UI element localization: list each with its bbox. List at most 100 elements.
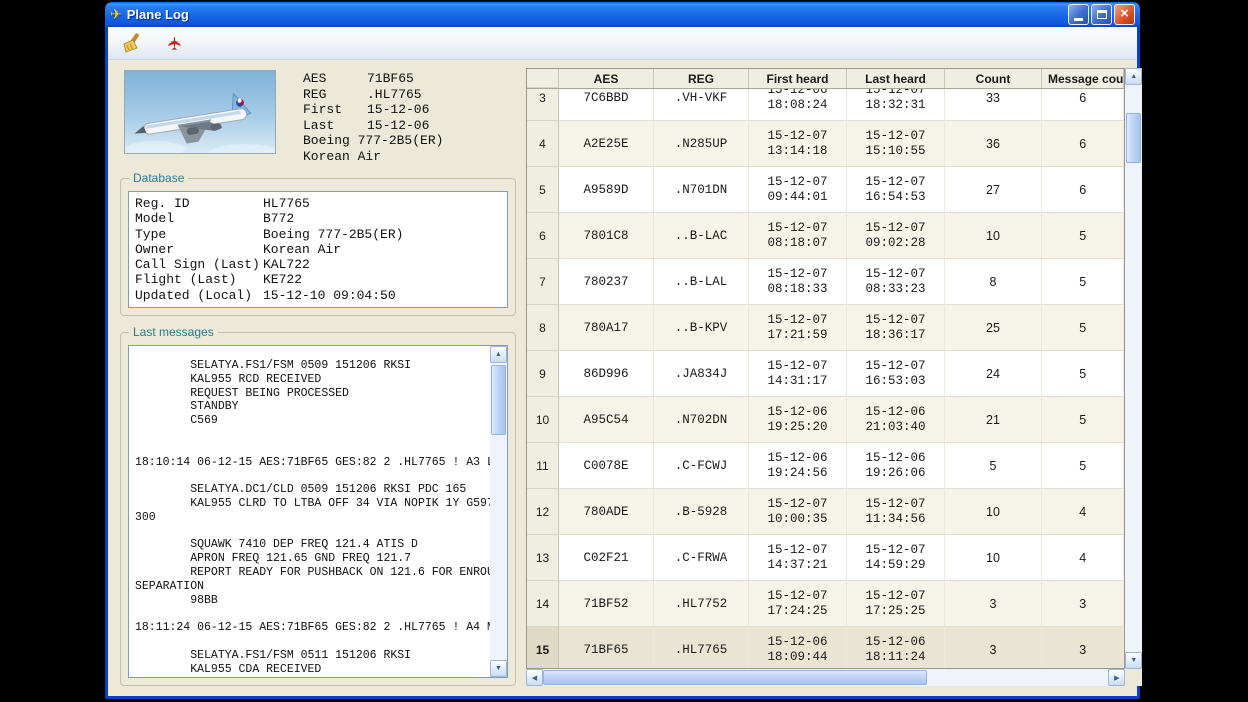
- close-icon: ×: [1120, 5, 1129, 22]
- messages-text[interactable]: SELATYA.FS1/FSM 0509 151206 RKSI KAL955 …: [129, 346, 490, 677]
- table-row[interactable]: 1571BF65.HL776515-12-06 18:09:4415-12-06…: [527, 627, 1124, 668]
- scroll-up-icon[interactable]: ▲: [1125, 68, 1142, 85]
- cell-last-heard: 15-12-07 08:33:23: [847, 259, 945, 305]
- aircraft-table: AES REG First heard Last heard Count Mes…: [526, 68, 1125, 669]
- summary-value: 71BF65: [367, 71, 414, 87]
- cell-reg: .C-FRWA: [654, 535, 749, 581]
- table-row[interactable]: 67801C8..B-LAC15-12-07 08:18:0715-12-07 …: [527, 213, 1124, 259]
- database-row: OwnerKorean Air: [135, 242, 501, 257]
- minimize-button[interactable]: [1068, 4, 1089, 25]
- scroll-down-icon[interactable]: ▼: [1125, 652, 1142, 669]
- messages-scroll-thumb[interactable]: [491, 365, 506, 435]
- cell-count: 10: [945, 213, 1042, 259]
- cell-first-heard: 15-12-07 17:21:59: [749, 305, 847, 351]
- header-aes[interactable]: AES: [559, 69, 654, 88]
- summary-line: AES71BF65: [303, 71, 443, 87]
- database-label: Type: [135, 227, 263, 242]
- database-value: KAL722: [263, 257, 310, 272]
- header-row-number[interactable]: [527, 69, 559, 88]
- red-airplane-icon: ✈: [166, 35, 187, 50]
- table-row[interactable]: 37C6BBD.VH-VKF15-12-06 18:08:2415-12-07 …: [527, 89, 1124, 121]
- clear-log-button[interactable]: [118, 30, 146, 56]
- maximize-button[interactable]: [1091, 4, 1112, 25]
- cell-reg: ..B-LAC: [654, 213, 749, 259]
- database-row: Reg. IDHL7765: [135, 196, 501, 211]
- cell-aes: 71BF52: [559, 581, 654, 627]
- scrollbar-corner: [1125, 669, 1142, 686]
- table-row[interactable]: 4A2E25E.N285UP15-12-07 13:14:1815-12-07 …: [527, 121, 1124, 167]
- cell-reg: .N701DN: [654, 167, 749, 213]
- titlebar[interactable]: ✈ Plane Log ×: [105, 2, 1140, 27]
- cell-reg: .VH-VKF: [654, 89, 749, 121]
- close-button[interactable]: ×: [1114, 4, 1135, 25]
- database-value: B772: [263, 211, 294, 226]
- hscroll-row: ◀ ▶: [526, 669, 1142, 686]
- cell-first-heard: 15-12-07 13:14:18: [749, 121, 847, 167]
- summary-line: Last15-12-06: [303, 118, 443, 134]
- table-header[interactable]: AES REG First heard Last heard Count Mes…: [527, 69, 1124, 89]
- table-vscroll-track[interactable]: [1125, 85, 1142, 652]
- cell-first-heard: 15-12-07 09:44:01: [749, 167, 847, 213]
- messages-scroll-track[interactable]: [490, 363, 507, 660]
- table-row[interactable]: 13C02F21.C-FRWA15-12-07 14:37:2115-12-07…: [527, 535, 1124, 581]
- table-row[interactable]: 10A95C54.N702DN15-12-06 19:25:2015-12-06…: [527, 397, 1124, 443]
- cell-last-heard: 15-12-07 09:02:28: [847, 213, 945, 259]
- cell-message-count: 6: [1042, 167, 1124, 213]
- cell-last-heard: 15-12-07 18:32:31: [847, 89, 945, 121]
- cell-last-heard: 15-12-06 18:11:24: [847, 627, 945, 668]
- header-first-heard[interactable]: First heard: [749, 69, 847, 88]
- cell-reg: ..B-LAL: [654, 259, 749, 305]
- cell-first-heard: 15-12-07 14:37:21: [749, 535, 847, 581]
- summary-label: AES: [303, 71, 367, 87]
- messages-scrollbar[interactable]: ▲ ▼: [490, 346, 507, 677]
- cell-first-heard: 15-12-06 18:09:44: [749, 627, 847, 668]
- cell-reg: .JA834J: [654, 351, 749, 397]
- cell-first-heard: 15-12-06 19:24:56: [749, 443, 847, 489]
- database-row: Flight (Last)KE722: [135, 272, 501, 287]
- header-count[interactable]: Count: [945, 69, 1042, 88]
- table-row[interactable]: 12780ADE.B-592815-12-07 10:00:3515-12-07…: [527, 489, 1124, 535]
- cell-aes: 780237: [559, 259, 654, 305]
- cell-last-heard: 15-12-07 17:25:25: [847, 581, 945, 627]
- aircraft-button[interactable]: ✈: [162, 30, 190, 56]
- table-vscrollbar[interactable]: ▲ ▼: [1125, 68, 1142, 669]
- table-row[interactable]: 11C0078E.C-FCWJ15-12-06 19:24:5615-12-06…: [527, 443, 1124, 489]
- database-row: Updated (Local)15-12-10 09:04:50: [135, 288, 501, 303]
- table-hscrollbar[interactable]: ◀ ▶: [526, 669, 1125, 686]
- scroll-up-icon[interactable]: ▲: [490, 346, 507, 363]
- table-hscroll-track[interactable]: [543, 669, 1108, 686]
- table-hscroll-thumb[interactable]: [543, 670, 927, 685]
- scroll-right-icon[interactable]: ▶: [1108, 669, 1125, 686]
- table-row[interactable]: 7780237..B-LAL15-12-07 08:18:3315-12-07 …: [527, 259, 1124, 305]
- table-row[interactable]: 5A9589D.N701DN15-12-07 09:44:0115-12-07 …: [527, 167, 1124, 213]
- table-vscroll-thumb[interactable]: [1126, 113, 1141, 163]
- table-row[interactable]: 1471BF52.HL775215-12-07 17:24:2515-12-07…: [527, 581, 1124, 627]
- scroll-down-icon[interactable]: ▼: [490, 660, 507, 677]
- database-label: Flight (Last): [135, 272, 263, 287]
- plane-log-window: ✈ Plane Log × ✈: [105, 2, 1140, 699]
- header-reg[interactable]: REG: [654, 69, 749, 88]
- row-number: 7: [527, 259, 559, 305]
- aircraft-photo: [124, 70, 276, 154]
- scroll-left-icon[interactable]: ◀: [526, 669, 543, 686]
- row-number: 9: [527, 351, 559, 397]
- header-last-heard[interactable]: Last heard: [847, 69, 945, 88]
- row-number: 14: [527, 581, 559, 627]
- cell-aes: A95C54: [559, 397, 654, 443]
- aircraft-summary: AES71BF65REG.HL7765First15-12-06Last15-1…: [303, 70, 443, 162]
- database-caption: Database: [129, 171, 188, 185]
- summary-value: Boeing 777-2B5(ER): [303, 133, 443, 149]
- messages-box: SELATYA.FS1/FSM 0509 151206 RKSI KAL955 …: [128, 345, 508, 678]
- table-row[interactable]: 8780A17..B-KPV15-12-07 17:21:5915-12-07 …: [527, 305, 1124, 351]
- summary-value: 15-12-06: [367, 118, 429, 134]
- cell-reg: .B-5928: [654, 489, 749, 535]
- summary-label: Last: [303, 118, 367, 134]
- table-row[interactable]: 986D996.JA834J15-12-07 14:31:1715-12-07 …: [527, 351, 1124, 397]
- row-number: 15: [527, 627, 559, 668]
- database-label: Model: [135, 211, 263, 226]
- database-label: Owner: [135, 242, 263, 257]
- cell-last-heard: 15-12-07 18:36:17: [847, 305, 945, 351]
- cell-message-count: 4: [1042, 489, 1124, 535]
- maximize-icon: [1097, 10, 1107, 19]
- header-message-count[interactable]: Message cou: [1042, 69, 1124, 88]
